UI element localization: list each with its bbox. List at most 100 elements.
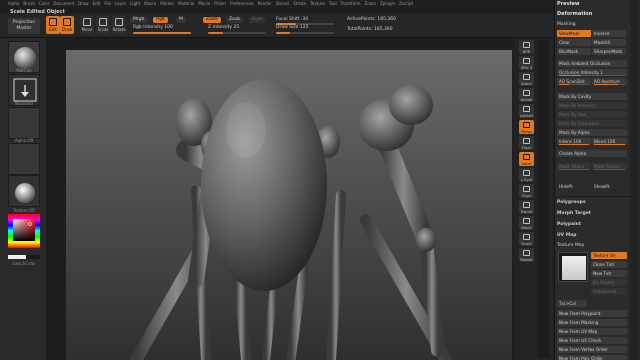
mask-by-alpha-button[interactable]: Mask By Alpha — [557, 129, 627, 136]
inverse-button[interactable]: Inverse — [592, 30, 626, 37]
sharpen-mask-button[interactable]: SharpenMask — [592, 48, 626, 55]
menu-item-macro[interactable]: Macro — [144, 1, 156, 6]
view-move-button[interactable]: Move — [519, 216, 534, 230]
projection-master-button[interactable]: Projection Master — [8, 18, 40, 34]
texture-thumbnail[interactable] — [8, 175, 40, 207]
menu-item-alpha[interactable]: Alpha — [8, 1, 19, 6]
new-from-vertex-order-button[interactable]: New From Vertex Order — [557, 346, 627, 353]
menu-item-zscript[interactable]: Zscript — [399, 1, 413, 6]
mask-all-button[interactable]: MaskAll — [592, 39, 626, 46]
mask-adjust-slider-1[interactable]: Mask Adjust — [557, 163, 591, 170]
draw-size-slider[interactable] — [276, 32, 334, 34]
texture-map-header[interactable]: Texture Map — [557, 243, 584, 248]
tool-rotate-button[interactable]: Rotate — [112, 16, 126, 34]
menu-item-draw[interactable]: Draw — [78, 1, 88, 6]
menu-item-stroke[interactable]: Stroke — [293, 1, 306, 6]
view-persp-button[interactable]: Persp — [519, 120, 534, 134]
stroke-thumbnail[interactable] — [8, 107, 40, 139]
switch-color-button[interactable]: SwitchColor — [4, 261, 44, 266]
menu-item-light[interactable]: Light — [130, 1, 140, 6]
new-from-masking-button[interactable]: New From Masking — [557, 319, 627, 326]
view-bpr-button[interactable]: BPR — [519, 40, 534, 54]
zcut-button[interactable]: Zcut — [249, 17, 266, 23]
txr-to-col-button[interactable]: Txr>Col — [557, 300, 587, 307]
blur-mask-button[interactable]: BlurMask — [557, 48, 591, 55]
menu-item-zoom[interactable]: Zoom — [365, 1, 377, 6]
menu-item-movie[interactable]: Movie — [198, 1, 210, 6]
menu-item-texture[interactable]: Texture — [310, 1, 325, 6]
menu-item-edit[interactable]: Edit — [93, 1, 101, 6]
new-txtr-button[interactable]: New Txtr — [591, 270, 627, 277]
menu-item-file[interactable]: File — [104, 1, 111, 6]
view-local-button[interactable]: Local — [519, 152, 534, 166]
view-scale-button[interactable]: Scale — [519, 232, 534, 246]
menu-item-stencil[interactable]: Stencil — [276, 1, 290, 6]
m-button[interactable]: M — [176, 17, 186, 23]
zsub-button[interactable]: Zsub — [226, 17, 244, 23]
rgb-intensity-slider[interactable] — [133, 32, 191, 34]
new-from-poly-order-button[interactable]: New From Poly Order — [557, 355, 627, 360]
uv-map-header[interactable]: UV Map — [557, 233, 576, 238]
new-from-uv-map-button[interactable]: New From UV Map — [557, 328, 627, 335]
blend-slider[interactable]: Blend 100 — [592, 138, 627, 145]
menu-item-color[interactable]: Color — [39, 1, 49, 6]
alpha-thumbnail[interactable] — [8, 143, 40, 175]
view-rotate-button[interactable]: Rotate — [519, 248, 534, 262]
tool-move-button[interactable]: Move — [80, 16, 94, 34]
occlusion-intensity-slider[interactable]: Occlusion Intensity 1 — [557, 69, 627, 76]
tool-scale-button[interactable]: Scale — [96, 16, 110, 34]
fix-seams-button[interactable]: Fix Seams — [591, 279, 627, 286]
color-picker[interactable] — [8, 214, 40, 256]
menu-item-layer[interactable]: Layer — [115, 1, 126, 6]
right-tray-scrollbar[interactable] — [537, 40, 549, 358]
view-actual-button[interactable]: Actual — [519, 88, 534, 102]
antialiased-button[interactable]: Antialiased — [591, 288, 627, 295]
tool-draw-button[interactable]: Draw — [60, 16, 74, 34]
tool-palette-scrollbar[interactable] — [630, 0, 639, 360]
zadd-button[interactable]: Zadd — [203, 17, 221, 23]
ao-scandist-slider[interactable]: AO ScanDist — [557, 78, 591, 85]
view-aahalf-button[interactable]: AAHalf — [519, 104, 534, 118]
view-mask-button[interactable]: ViewMask — [557, 30, 591, 37]
mask-adjust-slider-2[interactable]: Mask Adjust — [592, 163, 627, 170]
mask-by-cavity-button[interactable]: Mask By Cavity — [557, 93, 627, 100]
ao-aperture-slider[interactable]: AO Aperture — [592, 78, 627, 85]
menu-item-document[interactable]: Document — [53, 1, 74, 6]
menu-item-preferences[interactable]: Preferences — [230, 1, 254, 6]
view-spix-3-button[interactable]: SPix 3 — [519, 56, 534, 70]
texture-map-preview[interactable] — [558, 252, 588, 282]
canvas-viewport[interactable] — [66, 50, 512, 360]
menu-item-material[interactable]: Material — [178, 1, 194, 6]
view-floor-button[interactable]: Floor — [519, 136, 534, 150]
clear-mask-button[interactable]: Clear — [557, 39, 591, 46]
view-zoom-button[interactable]: Zoom — [519, 72, 534, 86]
texture-on-button[interactable]: Texture On — [591, 252, 627, 259]
menu-item-brush[interactable]: Brush — [23, 1, 35, 6]
create-alpha-button[interactable]: Create Alpha — [557, 150, 627, 157]
main-color-swatch[interactable] — [8, 255, 26, 259]
menu-item-zplugin[interactable]: Zplugin — [380, 1, 395, 6]
new-from-polypaint-button[interactable]: New From Polypaint — [557, 310, 627, 317]
intensity-slider[interactable]: Intens 100 — [557, 138, 591, 145]
menu-item-render[interactable]: Render — [258, 1, 272, 6]
z-intensity-slider[interactable] — [208, 32, 266, 34]
mrgb-button[interactable]: Mrgb — [130, 17, 148, 23]
view-frame-button[interactable]: Frame — [519, 200, 534, 214]
mask-by-hue-button[interactable]: Mask By Hue — [557, 111, 627, 118]
new-from-uv-check-button[interactable]: New From UV Check — [557, 337, 627, 344]
polypaint-header[interactable]: Polypaint — [557, 222, 581, 227]
secondary-color-swatch[interactable] — [26, 255, 40, 259]
morph-target-header[interactable]: Morph Target — [557, 211, 591, 216]
masking-header[interactable]: Masking — [557, 22, 576, 27]
hide-pt-button[interactable]: HidePt — [557, 183, 591, 190]
rgb-button[interactable]: Rgb — [153, 17, 168, 23]
preview-header[interactable]: Preview — [557, 1, 580, 7]
menu-item-marker[interactable]: Marker — [160, 1, 174, 6]
mask-by-saturation-button[interactable]: Mask By Saturation — [557, 120, 627, 127]
tool-edit-button[interactable]: Edit — [46, 16, 60, 34]
menu-item-picker[interactable]: Picker — [214, 1, 226, 6]
view-l-sym-button[interactable]: L.Sym — [519, 168, 534, 182]
view-gxyz-button[interactable]: Gxyz — [519, 184, 534, 198]
menu-item-transform[interactable]: Transform — [341, 1, 361, 6]
clone-txtr-button[interactable]: Clone Txtr — [591, 261, 627, 268]
